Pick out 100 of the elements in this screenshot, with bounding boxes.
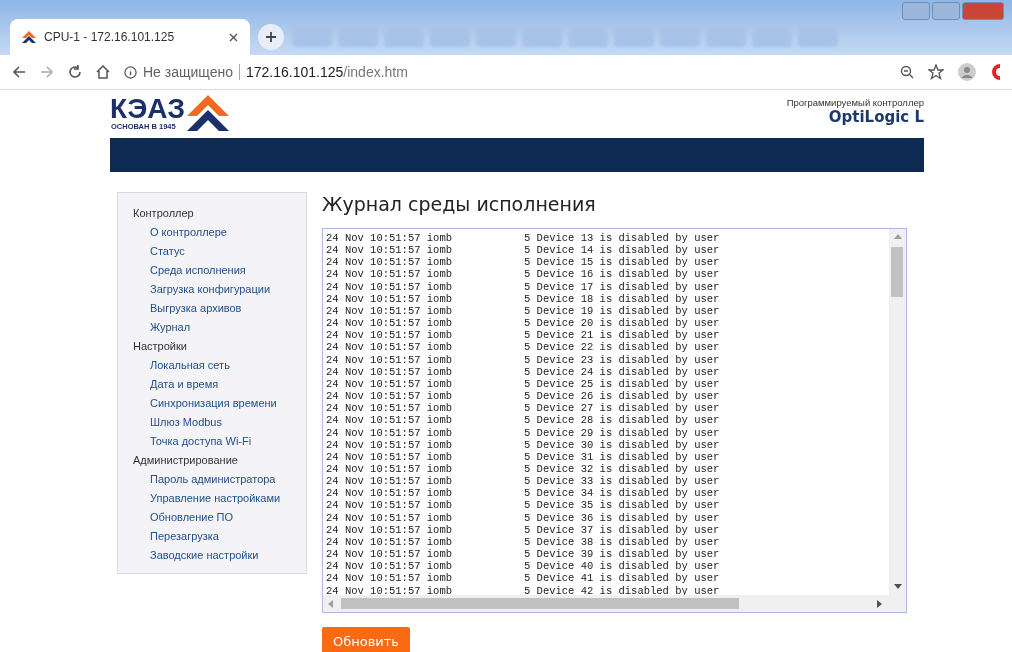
log-message: 5 Device 17 is disabled by user xyxy=(524,280,720,293)
nav-link[interactable]: Синхронизация времени xyxy=(150,394,277,413)
star-icon[interactable] xyxy=(928,64,944,80)
nav-link[interactable]: Статус xyxy=(150,242,185,261)
log-message: 5 Device 14 is disabled by user xyxy=(524,244,720,257)
scroll-thumb[interactable] xyxy=(341,598,739,609)
log-source: 24 Nov 10:51:57 iomb xyxy=(326,535,454,549)
scroll-down-icon[interactable] xyxy=(894,584,902,589)
log-source: 24 Nov 10:51:57 iomb xyxy=(326,304,454,318)
log-message: 5 Device 40 is disabled by user xyxy=(524,560,720,573)
log-message: 5 Device 36 is disabled by user xyxy=(524,511,720,524)
log-source: 24 Nov 10:51:57 iomb xyxy=(326,244,454,257)
extension-icon[interactable] xyxy=(990,63,1000,81)
nav-link[interactable]: Среда исполнения xyxy=(150,261,246,280)
logo-text: КЭАЗ xyxy=(110,95,186,123)
log-message: 5 Device 20 is disabled by user xyxy=(524,317,720,330)
log-message: 5 Device 32 is disabled by user xyxy=(524,462,720,476)
log-source: 24 Nov 10:51:57 iomb xyxy=(326,232,454,245)
section-heading: Администрирование xyxy=(133,453,238,468)
page-title: Журнал среды исполнения xyxy=(322,192,597,216)
log-message: 5 Device 33 is disabled by user xyxy=(524,475,720,488)
log-source: 24 Nov 10:51:57 iomb xyxy=(326,487,454,500)
nav-link[interactable]: Загрузка конфигурации xyxy=(150,280,271,299)
log-source: 24 Nov 10:51:57 iomb xyxy=(326,317,454,330)
reload-icon[interactable] xyxy=(68,65,82,79)
nav-link[interactable]: Шлюз Modbus xyxy=(150,413,222,432)
vertical-scrollbar[interactable] xyxy=(889,229,906,595)
product-name: OptiLogic L xyxy=(828,108,924,126)
browser-tab[interactable]: CPU-1 - 172.16.101.125 xyxy=(10,19,250,55)
log-source: 24 Nov 10:51:57 iomb xyxy=(326,560,454,573)
log-message: 5 Device 15 is disabled by user xyxy=(524,256,720,269)
log-source: 24 Nov 10:51:57 iomb xyxy=(326,584,454,597)
nav-link[interactable]: Локальная сеть xyxy=(150,356,230,375)
log-message: 5 Device 22 is disabled by user xyxy=(524,341,720,354)
log-source: 24 Nov 10:51:57 iomb xyxy=(326,365,454,378)
log-source: 24 Nov 10:51:57 iomb xyxy=(326,511,454,524)
log-source: 24 Nov 10:51:57 iomb xyxy=(326,475,454,488)
log-source: 24 Nov 10:51:57 iomb xyxy=(326,499,454,512)
log-source: 24 Nov 10:51:57 iomb xyxy=(326,341,454,354)
log-message: 5 Device 25 is disabled by user xyxy=(524,377,720,391)
log-source: 24 Nov 10:51:57 iomb xyxy=(326,402,454,415)
log-source: 24 Nov 10:51:57 iomb xyxy=(326,426,454,439)
log-message: 5 Device 27 is disabled by user xyxy=(524,402,720,415)
log-message: 5 Device 42 is disabled by user xyxy=(524,584,720,597)
logo-icon xyxy=(22,31,36,43)
log-message: 5 Device 35 is disabled by user xyxy=(524,499,720,512)
log-message: 5 Device 37 is disabled by user xyxy=(524,523,720,536)
log-message: 5 Device 28 is disabled by user xyxy=(524,414,720,427)
log-message: 5 Device 30 is disabled by user xyxy=(524,438,720,451)
nav-link[interactable]: Обновление ПО xyxy=(150,508,234,527)
nav-link[interactable]: Выгрузка архивов xyxy=(150,299,242,318)
nav-link[interactable]: Перезагрузка xyxy=(150,527,219,546)
plus-icon xyxy=(265,31,277,43)
address-bar[interactable]: Не защищено 172.16.101.125/index.htm xyxy=(124,58,886,86)
log-textarea[interactable] xyxy=(322,228,907,613)
log-message: 5 Device 31 is disabled by user xyxy=(524,450,720,463)
log-source: 24 Nov 10:51:57 iomb xyxy=(326,292,454,305)
log-message: 5 Device 19 is disabled by user xyxy=(524,304,720,318)
log-source: 24 Nov 10:51:57 iomb xyxy=(326,256,454,269)
log-source: 24 Nov 10:51:57 iomb xyxy=(326,390,454,403)
log-message: 5 Device 13 is disabled by user xyxy=(524,232,720,245)
log-message: 5 Device 39 is disabled by user xyxy=(524,548,720,561)
security-label: Не защищено xyxy=(143,64,233,80)
log-message: 5 Device 38 is disabled by user xyxy=(524,535,720,549)
log-message: 5 Device 29 is disabled by user xyxy=(524,426,720,439)
header-subtitle: Программируемый контроллер xyxy=(786,97,924,108)
nav-link[interactable]: Дата и время xyxy=(150,375,219,394)
info-icon xyxy=(124,65,137,79)
log-source: 24 Nov 10:51:57 iomb xyxy=(326,523,454,536)
log-message: 5 Device 26 is disabled by user xyxy=(524,390,720,403)
log-source: 24 Nov 10:51:57 iomb xyxy=(326,280,454,293)
log-message: 5 Device 34 is disabled by user xyxy=(524,487,720,500)
scroll-right-icon[interactable] xyxy=(877,600,882,608)
log-source: 24 Nov 10:51:57 iomb xyxy=(326,438,454,451)
log-message: 5 Device 18 is disabled by user xyxy=(524,292,720,305)
log-source: 24 Nov 10:51:57 iomb xyxy=(326,548,454,561)
new-tab-button[interactable] xyxy=(258,24,284,50)
logo-chevron-icon xyxy=(187,95,230,131)
log-message: 5 Device 21 is disabled by user xyxy=(524,329,720,342)
url-text: 172.16.101.125/index.htm xyxy=(246,64,408,80)
zoom-icon[interactable] xyxy=(900,65,914,79)
nav-link[interactable]: Точка доступа Wi-Fi xyxy=(150,432,252,451)
back-icon[interactable] xyxy=(12,65,26,79)
nav-link[interactable]: Управление настройками xyxy=(150,489,281,508)
log-message: 5 Device 24 is disabled by user xyxy=(524,365,720,378)
log-source: 24 Nov 10:51:57 iomb xyxy=(326,450,454,463)
log-source: 24 Nov 10:51:57 iomb xyxy=(326,268,454,281)
profile-icon[interactable] xyxy=(958,63,976,81)
nav-link[interactable]: О контроллере xyxy=(150,223,227,242)
log-source: 24 Nov 10:51:57 iomb xyxy=(326,329,454,342)
section-heading: Настройки xyxy=(133,339,187,354)
close-icon[interactable] xyxy=(229,32,238,42)
scroll-thumb[interactable] xyxy=(891,247,903,297)
nav-link[interactable]: Заводские настройки xyxy=(150,546,259,565)
nav-link[interactable]: Пароль администратора xyxy=(150,470,276,489)
nav-link[interactable]: Журнал xyxy=(150,318,191,337)
log-source: 24 Nov 10:51:57 iomb xyxy=(326,353,454,366)
home-icon[interactable] xyxy=(96,65,110,79)
log-source: 24 Nov 10:51:57 iomb xyxy=(326,414,454,427)
log-source: 24 Nov 10:51:57 iomb xyxy=(326,377,454,391)
